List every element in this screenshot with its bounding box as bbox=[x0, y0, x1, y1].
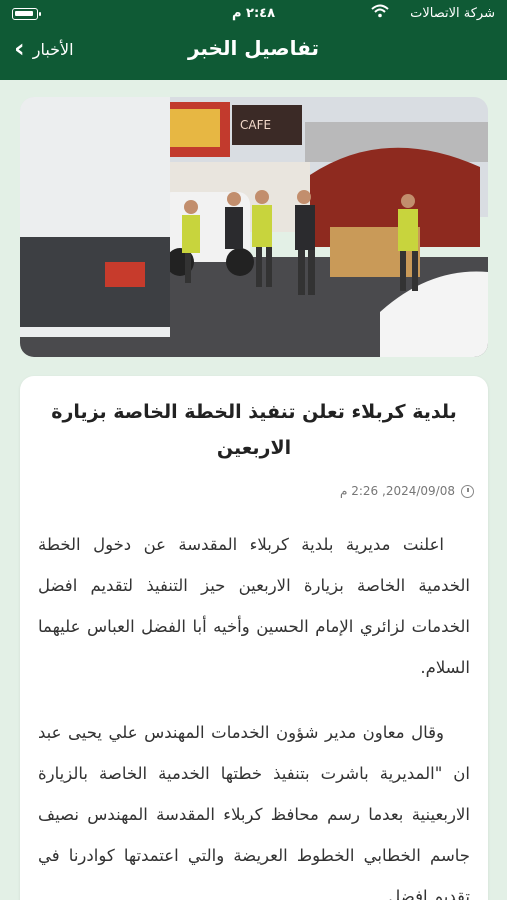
article-title: بلدية كربلاء تعلن تنفيذ الخطة الخاصة بزي… bbox=[51, 401, 457, 459]
article-meta: 2024/09/08, 2:26 م bbox=[340, 484, 474, 498]
clock-icon bbox=[461, 484, 474, 498]
status-bar: شركة الاتصالات ٢:٤٨ م bbox=[0, 0, 507, 28]
article-image: CAFE bbox=[20, 97, 488, 357]
status-time: ٢:٤٨ م bbox=[231, 6, 276, 21]
article-card: بلدية كربلاء تعلن تنفيذ الخطة الخاصة بزي… bbox=[20, 376, 488, 900]
article-paragraph: وقال معاون مدير شؤون الخدمات المهندس علي… bbox=[38, 723, 470, 900]
top-bar: شركة الاتصالات ٢:٤٨ م ‹ الأخبار تفاصيل ا… bbox=[0, 0, 507, 80]
battery-icon bbox=[12, 8, 41, 20]
carrier-label: شركة الاتصالات bbox=[410, 6, 495, 21]
article-body: اعلنت مديرية بلدية كربلاء المقدسة عن دخو… bbox=[38, 524, 470, 900]
article-date: 2024/09/08, 2:26 م bbox=[339, 484, 455, 498]
article-paragraph: اعلنت مديرية بلدية كربلاء المقدسة عن دخو… bbox=[38, 535, 470, 677]
wifi-icon bbox=[371, 4, 389, 22]
cafe-sign: CAFE bbox=[240, 118, 271, 132]
page-title: تفاصيل الخبر bbox=[187, 36, 320, 60]
